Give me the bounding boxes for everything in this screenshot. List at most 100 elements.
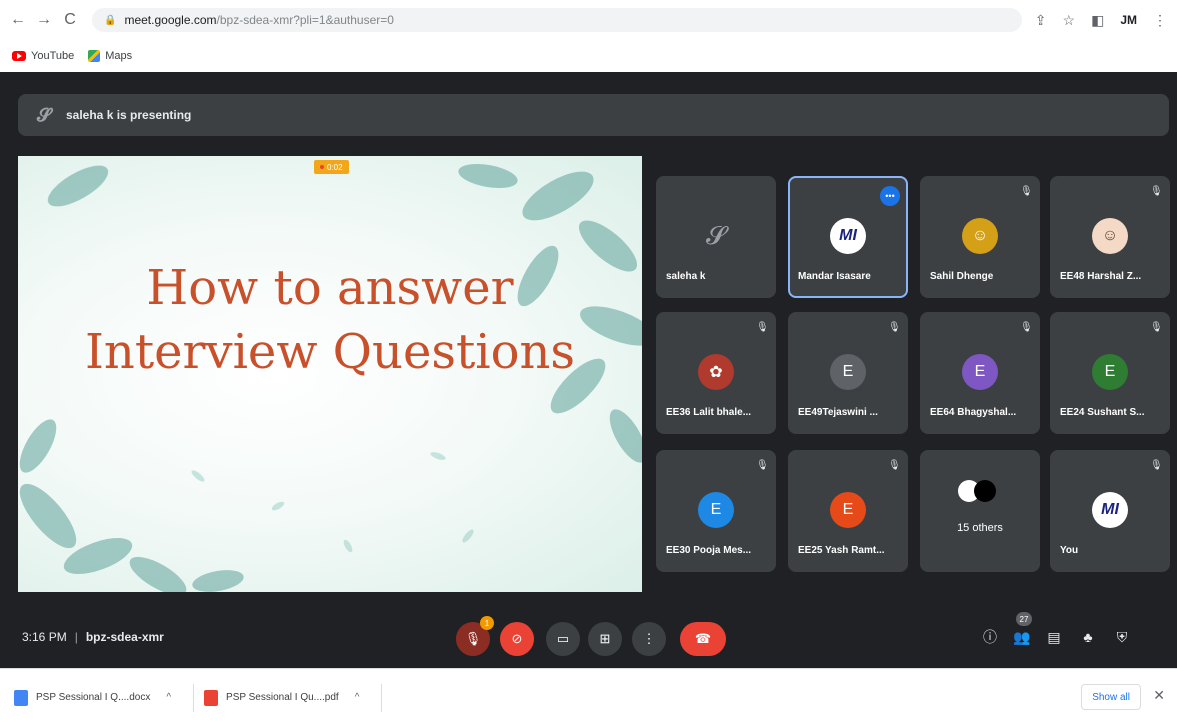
docx-icon xyxy=(14,689,28,706)
mic-off-icon: 🎙 xyxy=(1150,460,1163,471)
meeting-info: 3:16 PM | bpz-sdea-xmr xyxy=(22,630,164,644)
avatar: E xyxy=(698,492,734,528)
youtube-icon xyxy=(12,51,26,61)
url-path: /bpz-sdea-xmr?pli=1&authuser=0 xyxy=(216,13,394,27)
host-controls-button[interactable]: ⛨ xyxy=(1110,624,1134,650)
url-host: meet.google.com xyxy=(124,13,217,27)
present-button[interactable]: ⊞ xyxy=(588,622,622,656)
meet-stage: 𝓢 saleha k is presenting 0:02 How to ans… xyxy=(0,72,1177,668)
mic-off-icon: 🎙 xyxy=(756,460,769,471)
participant-tile[interactable]: 🎙 E EE49Tejaswini ... xyxy=(788,312,908,434)
clock: 3:16 PM xyxy=(22,630,67,644)
chevron-up-icon[interactable]: ^ xyxy=(166,692,171,703)
chat-button[interactable]: ▤ xyxy=(1042,624,1066,650)
close-icon[interactable]: ✕ xyxy=(1153,687,1165,704)
participant-tile[interactable]: 𝓢 saleha k xyxy=(656,176,776,298)
forward-icon[interactable]: → xyxy=(32,8,56,32)
participant-name: EE24 Sushant S... xyxy=(1060,407,1145,418)
window-icon[interactable]: ◧ xyxy=(1091,12,1104,29)
camera-toggle-button[interactable]: ⊘ xyxy=(500,622,534,656)
bookmark-maps[interactable]: Maps xyxy=(88,50,132,62)
profile-avatar[interactable]: JM xyxy=(1120,13,1137,27)
participant-tile[interactable]: 🎙 ☺ Sahil Dhenge xyxy=(920,176,1040,298)
raise-hand-badge: 1 xyxy=(480,616,494,630)
address-bar[interactable]: 🔒 meet.google.com/bpz-sdea-xmr?pli=1&aut… xyxy=(92,8,1022,32)
divider: | xyxy=(74,630,78,644)
participant-name: EE49Tejaswini ... xyxy=(798,407,878,418)
participant-tile[interactable]: 🎙 E EE24 Sushant S... xyxy=(1050,312,1170,434)
bookmark-label: Maps xyxy=(105,50,133,62)
avatar: ☺ xyxy=(962,218,998,254)
mic-off-icon: 🎙 xyxy=(1020,322,1033,333)
download-bar: PSP Sessional I Q....docx ^ PSP Sessiona… xyxy=(0,668,1177,726)
avatar: E xyxy=(830,492,866,528)
share-icon[interactable]: ⇪ xyxy=(1035,12,1047,29)
participant-name: EE64 Bhagyshal... xyxy=(930,407,1017,418)
participant-name: Sahil Dhenge xyxy=(930,271,994,282)
captions-button[interactable]: ▭ xyxy=(546,622,580,656)
more-options-icon[interactable]: ••• xyxy=(880,186,900,206)
leave-call-button[interactable]: ☎ xyxy=(680,622,726,656)
participant-tile[interactable]: 🎙 E EE64 Bhagyshal... xyxy=(920,312,1040,434)
activities-icon: ♣ xyxy=(1083,629,1093,645)
avatar: ✿ xyxy=(698,354,734,390)
others-avatar xyxy=(974,480,996,502)
chat-icon: ▤ xyxy=(1047,628,1061,645)
others-tile[interactable]: 15 others xyxy=(920,450,1040,572)
menu-icon[interactable]: ⋮ xyxy=(1153,12,1167,29)
activities-button[interactable]: ♣ xyxy=(1076,624,1100,650)
chevron-up-icon[interactable]: ^ xyxy=(355,692,360,703)
presentation-slide[interactable]: 0:02 How to answer Interview Questions xyxy=(18,156,642,592)
reload-icon[interactable]: C xyxy=(58,8,82,32)
meeting-code: bpz-sdea-xmr xyxy=(85,630,164,644)
download-item[interactable]: PSP Sessional I Qu....pdf ^ xyxy=(204,683,383,712)
mic-off-icon: 🎙 xyxy=(1020,186,1033,197)
download-filename: PSP Sessional I Q....docx xyxy=(36,692,151,703)
more-options-button[interactable]: ⋮ xyxy=(632,622,666,656)
participant-name: EE30 Pooja Mes... xyxy=(666,545,752,556)
self-tile[interactable]: 🎙 MI You xyxy=(1050,450,1170,572)
participant-name: EE36 Lalit bhale... xyxy=(666,407,752,418)
info-icon: ⓘ xyxy=(983,629,997,645)
participant-name: EE48 Harshal Z... xyxy=(1060,271,1142,282)
download-item[interactable]: PSP Sessional I Q....docx ^ xyxy=(14,683,195,712)
participant-tile[interactable]: 🎙 E EE30 Pooja Mes... xyxy=(656,450,776,572)
mic-off-icon: 🎙 xyxy=(464,631,482,646)
captions-icon: ▭ xyxy=(556,631,570,646)
recording-badge: 0:02 xyxy=(314,160,349,174)
avatar: MI xyxy=(1092,492,1128,528)
participant-tile[interactable]: 🎙 ✿ EE36 Lalit bhale... xyxy=(656,312,776,434)
avatar: E xyxy=(962,354,998,390)
people-button[interactable]: 👥 27 xyxy=(1010,612,1034,650)
participant-name: EE25 Yash Ramt... xyxy=(798,545,885,556)
participant-name: saleha k xyxy=(666,271,706,282)
avatar: 𝓢 xyxy=(705,220,727,250)
participant-name: Mandar Isasare xyxy=(798,271,871,282)
mic-off-icon: 🎙 xyxy=(888,322,901,333)
avatar: E xyxy=(1092,354,1128,390)
participant-tile[interactable]: 🎙 E EE25 Yash Ramt... xyxy=(788,450,908,572)
presenter-banner: 𝓢 saleha k is presenting xyxy=(18,94,1169,136)
participant-tile-active[interactable]: ••• MI Mandar Isasare xyxy=(788,176,908,298)
participant-tile[interactable]: 🎙 ☺ EE48 Harshal Z... xyxy=(1050,176,1170,298)
slide-title: How to answer Interview Questions xyxy=(84,260,576,380)
show-all-button[interactable]: Show all xyxy=(1081,684,1141,710)
avatar: MI xyxy=(830,218,866,254)
avatar: ☺ xyxy=(1092,218,1128,254)
people-icon: 👥 xyxy=(1013,628,1031,645)
download-filename: PSP Sessional I Qu....pdf xyxy=(226,692,339,703)
mic-off-icon: 🎙 xyxy=(888,460,901,471)
star-icon[interactable]: ☆ xyxy=(1063,12,1076,29)
presenter-text: saleha k is presenting xyxy=(66,108,192,122)
participant-name: You xyxy=(1060,545,1079,556)
browser-toolbar: ← → C 🔒 meet.google.com/bpz-sdea-xmr?pli… xyxy=(0,0,1177,40)
avatar: E xyxy=(830,354,866,390)
meeting-details-button[interactable]: ⓘ xyxy=(978,624,1002,650)
maps-icon xyxy=(88,50,101,62)
hangup-icon: ☎ xyxy=(694,631,712,646)
camera-off-icon: ⊘ xyxy=(511,631,523,646)
mic-toggle-button[interactable]: 🎙 1 xyxy=(456,616,494,656)
back-icon[interactable]: ← xyxy=(6,8,30,32)
bookmark-youtube[interactable]: YouTube xyxy=(12,50,74,62)
shield-icon: ⛨ xyxy=(1116,628,1128,645)
